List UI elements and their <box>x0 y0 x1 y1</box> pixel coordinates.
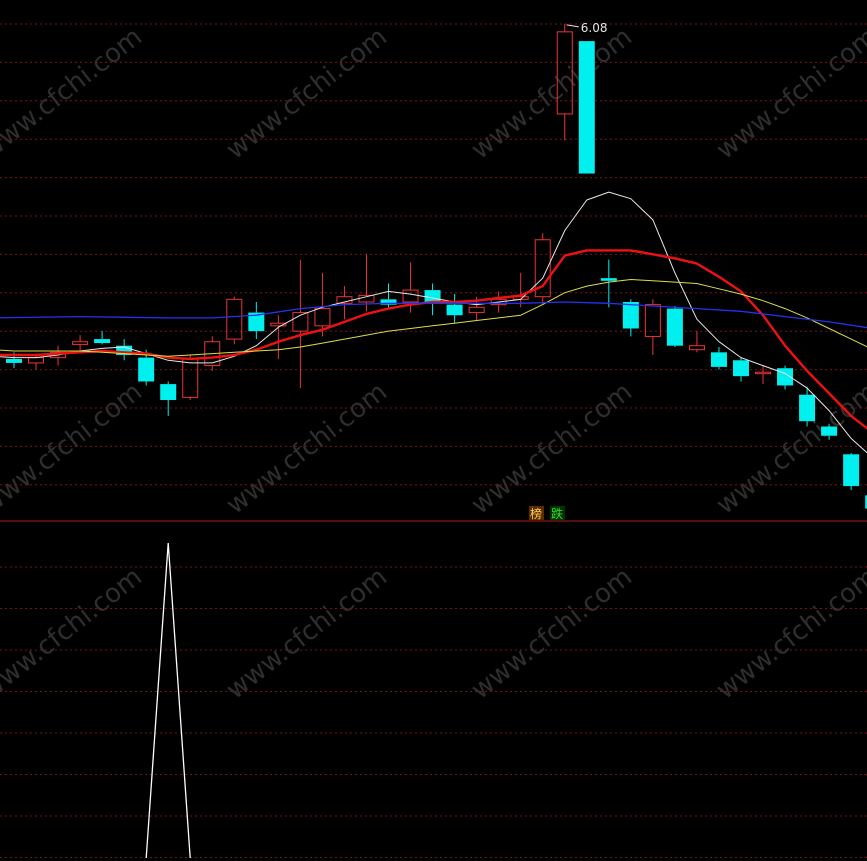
candle <box>666 305 683 348</box>
candle-body-down <box>666 308 683 346</box>
candle-body-down <box>732 360 749 377</box>
candle <box>843 452 860 491</box>
candle-body-down <box>6 358 22 363</box>
candle-body-down <box>843 454 860 487</box>
candle-body-down <box>821 426 838 436</box>
candle-body-down <box>446 304 463 316</box>
candle-body-down <box>622 302 639 329</box>
signal-label: 跌 <box>551 506 563 521</box>
candle-body-down <box>138 357 155 382</box>
candle-body-down <box>424 290 441 302</box>
candle-body-down <box>160 384 177 400</box>
kline-chart: www.cfchi.com www.cfchi.com www.cfchi.com w… <box>0 0 867 861</box>
signal-label: 榜 <box>530 506 542 521</box>
candle-body-down <box>710 352 727 367</box>
candle-body-down <box>600 278 617 281</box>
candle <box>578 41 595 174</box>
candle-body-down <box>578 41 595 174</box>
peak-price-label: 6.08 <box>581 21 608 35</box>
candle-body-down <box>94 339 111 344</box>
candle-body-down <box>799 394 816 422</box>
